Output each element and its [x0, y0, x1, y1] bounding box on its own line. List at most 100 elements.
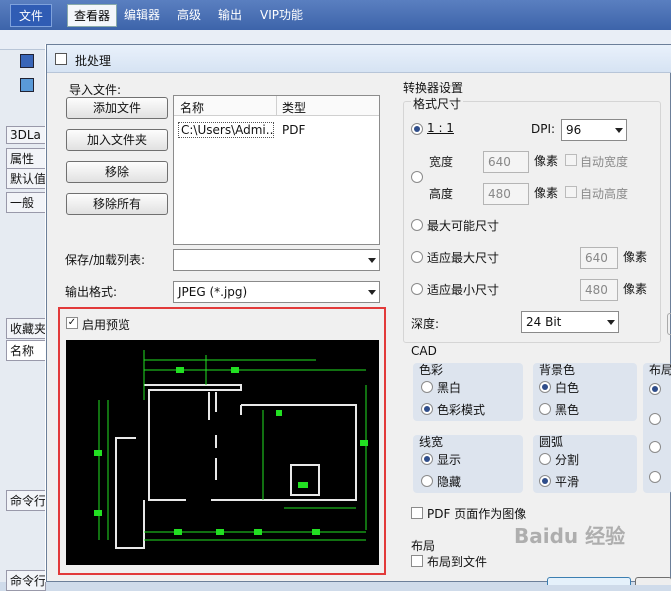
- color-mode-radio[interactable]: [421, 403, 433, 415]
- favorites-header: 收藏夹: [6, 318, 46, 339]
- bg-black-radio[interactable]: [539, 403, 551, 415]
- save-load-label: 保存/加载列表:: [65, 253, 146, 267]
- black-white-label: 黑白: [437, 381, 462, 395]
- import-files-label: 导入文件:: [69, 83, 122, 97]
- arc-split-radio[interactable]: [539, 453, 551, 465]
- line-hide-radio[interactable]: [421, 475, 433, 487]
- remove-button[interactable]: 移除: [66, 161, 168, 183]
- ok-button[interactable]: [547, 577, 631, 585]
- auto-height-label: 自动高度: [580, 187, 629, 201]
- floorplan-drawing: [94, 350, 368, 549]
- menubar: 文件 查看器 编辑器 高级 输出 VIP功能: [0, 0, 671, 30]
- layout-radio-3[interactable]: [649, 441, 661, 453]
- enable-preview-checkbox[interactable]: ✓: [66, 317, 78, 329]
- height-unit: 像素: [534, 186, 559, 200]
- width-unit: 像素: [534, 154, 559, 168]
- pdf-as-image-label: PDF 页面作为图像: [427, 507, 527, 521]
- tab-3dla[interactable]: 3DLa: [6, 126, 50, 144]
- add-file-button[interactable]: 添加文件: [66, 97, 168, 119]
- menu-tab-output[interactable]: 输出: [218, 6, 242, 23]
- custom-size-radio[interactable]: [411, 171, 423, 183]
- black-white-radio[interactable]: [421, 381, 433, 393]
- remove-all-button[interactable]: 移除所有: [66, 193, 168, 215]
- width-label: 宽度: [429, 155, 454, 169]
- arc-label: 圆弧: [539, 435, 564, 449]
- line-hide-label: 隐藏: [437, 475, 462, 489]
- arc-smooth-label: 平滑: [555, 475, 580, 489]
- baidu-watermark: Baidu 经验: [514, 524, 626, 548]
- save-load-combo[interactable]: [173, 249, 380, 271]
- auto-width-label: 自动宽度: [580, 155, 629, 169]
- bmp-icon[interactable]: [20, 78, 34, 92]
- fit-min-input[interactable]: 480: [580, 279, 618, 301]
- dpi-combo[interactable]: 96: [561, 119, 627, 141]
- properties-header: 属性: [6, 148, 46, 169]
- bg-black-label: 黑色: [555, 403, 580, 417]
- raster-size-label: 格式尺寸: [411, 95, 464, 112]
- layout-radio-1[interactable]: [649, 383, 661, 395]
- default-values: 默认值: [6, 168, 46, 189]
- column-type[interactable]: 类型: [282, 99, 306, 116]
- general-node[interactable]: 一般: [6, 192, 46, 213]
- menu-tab-editor[interactable]: 编辑器: [124, 6, 160, 23]
- max-possible-radio[interactable]: [411, 219, 423, 231]
- dialog-titlebar[interactable]: 批处理: [47, 45, 671, 73]
- fit-max-input[interactable]: 640: [580, 247, 618, 269]
- layout-radio-4[interactable]: [649, 471, 661, 483]
- output-format-value: JPEG (*.jpg): [178, 285, 248, 299]
- depth-label: 深度:: [411, 317, 440, 331]
- layout-group-label: 布局: [411, 539, 436, 553]
- line-show-radio[interactable]: [421, 453, 433, 465]
- converter-settings-label: 转换器设置: [403, 81, 464, 95]
- line-width-label: 线宽: [419, 435, 444, 449]
- depth-value: 24 Bit: [526, 315, 562, 329]
- fit-min-radio[interactable]: [411, 283, 423, 295]
- add-folder-button[interactable]: 加入文件夹: [66, 129, 168, 151]
- command-line-header: 命令行: [6, 490, 46, 511]
- width-input[interactable]: 640: [483, 151, 529, 173]
- command-line-input[interactable]: 命令行: [6, 570, 46, 591]
- color-mode-label: 色彩模式: [437, 403, 486, 417]
- chevron-down-icon: [368, 258, 376, 263]
- layout-to-file-label: 布局到文件: [427, 555, 488, 569]
- menu-tab-vip[interactable]: VIP功能: [260, 6, 303, 23]
- dpi-value: 96: [566, 123, 582, 137]
- ratio-label: 1 : 1: [427, 121, 454, 135]
- file-list[interactable]: 名称 类型 C:\Users\Admi... PDF: [173, 95, 380, 245]
- menu-tab-viewer[interactable]: 查看器: [67, 4, 118, 27]
- line-show-label: 显示: [437, 453, 462, 467]
- arc-smooth-radio[interactable]: [539, 475, 551, 487]
- layout-to-file-checkbox[interactable]: [411, 555, 423, 567]
- fit-max-label: 适应最大尺寸: [427, 251, 500, 265]
- ratio-1-1-radio[interactable]: [411, 123, 423, 135]
- color-label: 色彩: [419, 363, 444, 377]
- emf-icon[interactable]: [20, 54, 34, 68]
- layout-radio-2[interactable]: [649, 413, 661, 425]
- pdf-as-image-checkbox[interactable]: [411, 507, 423, 519]
- chevron-down-icon: [615, 128, 623, 133]
- partial-button[interactable]: [667, 313, 671, 335]
- menu-tab-file[interactable]: 文件: [10, 4, 53, 27]
- depth-combo[interactable]: 24 Bit: [521, 311, 619, 333]
- bg-white-radio[interactable]: [539, 381, 551, 393]
- cad-preview: [66, 340, 379, 565]
- dialog-app-icon: [55, 53, 67, 65]
- auto-height-checkbox[interactable]: [565, 186, 577, 198]
- fit-max-radio[interactable]: [411, 251, 423, 263]
- table-row[interactable]: C:\Users\Admi... PDF: [176, 120, 377, 140]
- output-format-combo[interactable]: JPEG (*.jpg): [173, 281, 380, 303]
- height-input[interactable]: 480: [483, 183, 529, 205]
- bg-white-label: 白色: [555, 381, 580, 395]
- height-label: 高度: [429, 187, 454, 201]
- chevron-down-icon: [368, 290, 376, 295]
- file-type-cell: PDF: [282, 123, 306, 137]
- fit-max-unit: 像素: [623, 250, 648, 264]
- cancel-button[interactable]: [635, 577, 671, 585]
- column-name[interactable]: 名称: [180, 99, 204, 116]
- enable-preview-label: 启用预览: [82, 318, 131, 332]
- file-name-cell: C:\Users\Admi...: [178, 122, 274, 138]
- fit-min-unit: 像素: [623, 282, 648, 296]
- dialog-title: 批处理: [75, 54, 112, 68]
- auto-width-checkbox[interactable]: [565, 154, 577, 166]
- menu-tab-advanced[interactable]: 高级: [177, 6, 201, 23]
